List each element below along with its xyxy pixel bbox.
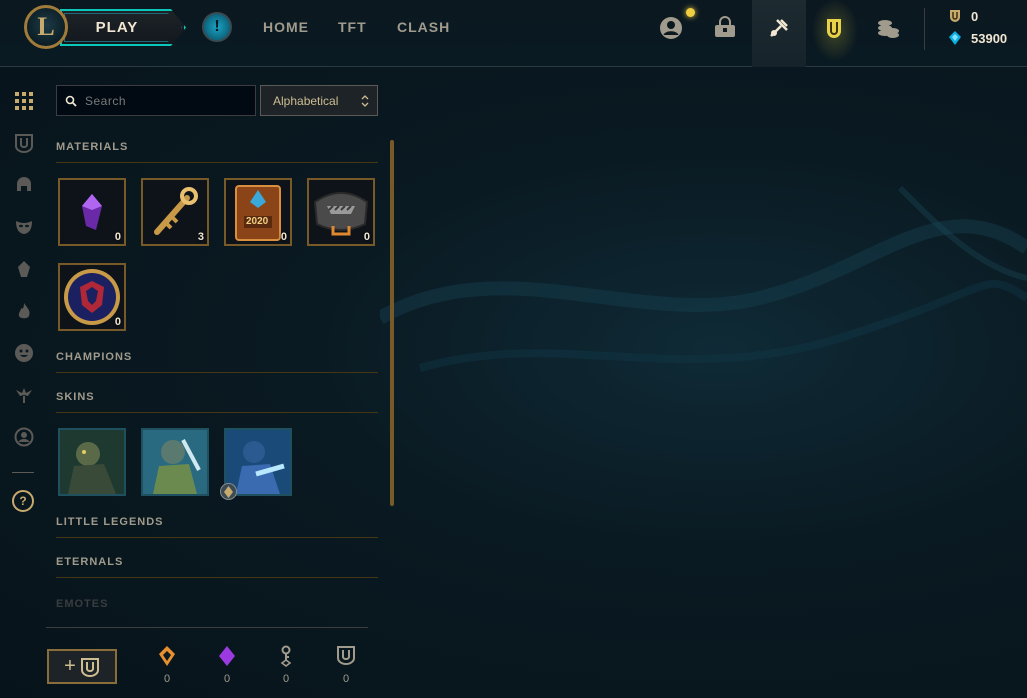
skin-1-art <box>60 430 124 494</box>
material-tile-gemstone[interactable]: 0 <box>58 178 126 246</box>
material-count: 0 <box>280 231 287 243</box>
skin-tile-1[interactable] <box>58 428 126 496</box>
league-logo-icon[interactable]: L <box>24 5 68 49</box>
section-emotes-faded[interactable]: EMOTES <box>56 598 108 610</box>
section-little-legends[interactable]: LITTLE LEGENDS <box>56 516 378 538</box>
updown-arrows-icon <box>361 94 369 107</box>
mythic-essence-count: 0 <box>223 673 231 685</box>
loot-token-count: 0 <box>342 673 350 685</box>
search-input[interactable] <box>85 93 245 108</box>
section-skins[interactable]: SKINS <box>56 391 378 413</box>
rp-icon <box>950 10 960 22</box>
loot-tokens: 0 <box>334 645 358 685</box>
logo-letter: L <box>37 12 55 41</box>
key-fragments: 0 <box>274 645 298 685</box>
orange-essence-icon <box>159 646 175 666</box>
skins-mask-icon[interactable] <box>12 215 36 239</box>
mythic-essence: 0 <box>215 645 239 685</box>
material-tile-worlds-orb[interactable]: 0 <box>58 263 126 331</box>
orange-essence: 0 <box>155 645 179 685</box>
loot-crest-icon <box>80 657 99 677</box>
nav-tft[interactable]: TFT <box>338 19 367 35</box>
background-swirl <box>380 185 1027 372</box>
alert-symbol: ! <box>214 18 220 35</box>
chroma-badge-icon <box>220 483 237 500</box>
notification-dot <box>686 8 695 17</box>
be-balance[interactable]: 53900 <box>947 30 1007 46</box>
emotes-face-icon[interactable] <box>12 341 36 365</box>
footer-divider <box>46 627 368 628</box>
profile-icons-icon[interactable] <box>12 425 36 449</box>
skin-2-art <box>143 430 207 494</box>
skin-tile-3[interactable] <box>220 428 292 500</box>
plus-label: + <box>64 655 76 677</box>
material-count: 3 <box>197 231 204 243</box>
materials-icon[interactable] <box>12 131 36 155</box>
loot-token-icon <box>337 646 355 665</box>
ward-skins-icon[interactable] <box>12 383 36 407</box>
help-icon[interactable]: ? <box>12 490 34 512</box>
top-nav-bar: PLAY L ! HOME TFT CLASH 0 53900 <box>0 0 1027 67</box>
section-champions[interactable]: CHAMPIONS <box>56 351 378 373</box>
profile-icon[interactable] <box>657 14 685 42</box>
collection-icon[interactable] <box>711 14 739 42</box>
search-box[interactable] <box>56 85 256 116</box>
section-eternals[interactable]: ETERNALS <box>56 556 378 578</box>
material-tile-chest[interactable]: 0 <box>307 178 375 246</box>
sort-dropdown[interactable]: Alphabetical <box>260 85 378 116</box>
orange-essence-count: 0 <box>163 673 171 685</box>
card-year-label: 2020 <box>246 216 269 227</box>
section-materials[interactable]: MATERIALS <box>56 141 378 163</box>
skin-tile-2[interactable] <box>141 428 209 496</box>
rp-balance[interactable]: 0 <box>947 8 978 24</box>
blue-essence-icon <box>949 31 961 45</box>
play-label: PLAY <box>95 19 139 36</box>
material-count: 0 <box>114 316 121 328</box>
add-crafting-button[interactable]: + <box>47 649 117 684</box>
eternals-flame-icon[interactable] <box>12 299 36 323</box>
panel-scrollbar[interactable] <box>390 140 394 506</box>
loot-icon[interactable] <box>820 14 848 42</box>
crafting-icon[interactable] <box>765 14 793 42</box>
search-icon <box>65 95 77 107</box>
key-fragment-count: 0 <box>282 673 290 685</box>
material-tile-hextech-key[interactable]: 3 <box>141 178 209 246</box>
rail-divider <box>12 472 34 473</box>
champions-helmet-icon[interactable] <box>12 173 36 197</box>
alert-icon[interactable]: ! <box>202 12 232 42</box>
little-legends-icon[interactable] <box>12 257 36 281</box>
purple-gem-icon <box>219 646 235 666</box>
coins-icon[interactable] <box>874 14 902 42</box>
all-items-grid-icon[interactable] <box>12 89 36 113</box>
key-fragment-icon <box>280 645 292 667</box>
sort-label: Alphabetical <box>273 93 339 108</box>
be-value: 53900 <box>971 30 1008 46</box>
material-count: 0 <box>114 231 121 243</box>
material-count: 0 <box>363 231 370 243</box>
rp-value: 0 <box>971 8 979 24</box>
play-button[interactable]: PLAY <box>60 9 186 46</box>
nav-home[interactable]: HOME <box>263 19 309 35</box>
nav-clash[interactable]: CLASH <box>397 19 450 35</box>
material-tile-2020-card[interactable]: 2020 0 <box>224 178 292 246</box>
nav-divider <box>924 8 925 50</box>
